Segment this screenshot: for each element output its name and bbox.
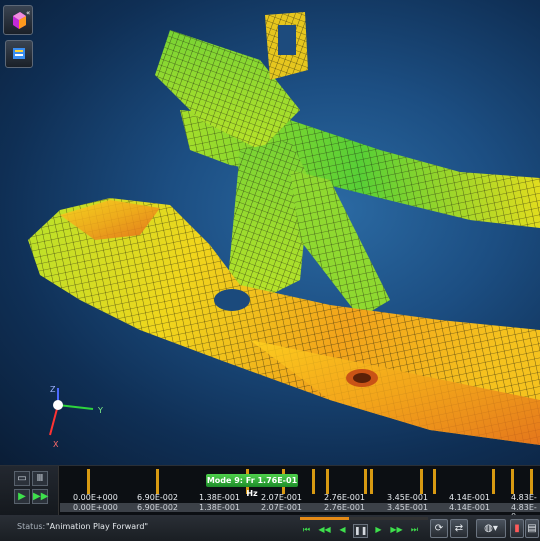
app-window: « Z Y X ▭ Ⅲ ▶ ▶▶ Mode 9: Fr 1.76E-01 Hz … xyxy=(0,0,540,541)
scale-value: 0.00E+000 xyxy=(73,493,118,502)
scale-value: 6.90E-002 xyxy=(137,503,179,512)
svg-text:«: « xyxy=(26,9,30,17)
scale-value: 2.07E-001 xyxy=(261,503,303,512)
scale-value: 4.14E-001 xyxy=(449,503,491,512)
status-text: "Animation Play Forward" xyxy=(46,522,149,531)
cube-icon: « xyxy=(13,9,30,29)
scale-value: 3.45E-001 xyxy=(387,503,429,512)
scale-value: 3.45E-001 xyxy=(387,493,429,502)
frame-tick xyxy=(370,469,373,494)
frame-tick xyxy=(530,469,533,494)
time-scale-secondary: 0.00E+000 6.90E-002 1.38E-001 2.07E-001 … xyxy=(60,503,540,521)
scale-value: 4.14E-001 xyxy=(449,493,491,502)
frame-tick xyxy=(420,469,423,494)
frame-tick xyxy=(511,469,514,494)
status-bar: Status: "Animation Play Forward" ⏮ ◀◀ ◀ … xyxy=(0,515,540,541)
last-frame-icon[interactable]: ⏭ xyxy=(408,524,421,536)
film-strip-icon[interactable]: ▭ xyxy=(14,471,30,486)
camera-dropdown-icon[interactable]: ◍▾ xyxy=(476,519,506,538)
frame-tick xyxy=(156,469,159,494)
play-backward-icon[interactable]: ◀ xyxy=(336,524,349,536)
scale-value: 1.38E-001 xyxy=(199,503,241,512)
view-cube-button[interactable]: « xyxy=(3,5,33,35)
scale-value: 2.76E-001 xyxy=(324,493,366,502)
play-loop-icon[interactable]: ▶ xyxy=(14,489,30,504)
animation-timeline: ▭ Ⅲ ▶ ▶▶ Mode 9: Fr 1.76E-01 Hz 0.00E+00… xyxy=(0,465,540,521)
frame-tick xyxy=(326,469,329,494)
frame-tick xyxy=(312,469,315,494)
frame-tick xyxy=(364,469,367,494)
more-tools-icon[interactable]: ▤ xyxy=(525,519,539,538)
first-frame-icon[interactable]: ⏮ xyxy=(300,524,313,536)
scale-value: 1.38E-001 xyxy=(199,493,241,502)
loop-icon[interactable]: ⟳ xyxy=(430,519,448,538)
axis-x-label: X xyxy=(53,440,59,449)
time-scale: 0.00E+000 6.90E-002 1.38E-001 2.07E-001 … xyxy=(60,493,540,511)
3d-viewport[interactable]: « Z Y X xyxy=(0,0,540,465)
axis-triad: Z Y X xyxy=(49,385,103,449)
scale-value: 0.00E+000 xyxy=(73,503,118,512)
model-browser-button[interactable] xyxy=(5,40,33,68)
tree-icon xyxy=(13,48,25,59)
axis-y-label: Y xyxy=(97,406,103,415)
step-back-fast-icon[interactable]: ◀◀ xyxy=(318,524,331,536)
animation-settings-icon[interactable]: ⇄ xyxy=(450,519,468,538)
frame-tick xyxy=(87,469,90,494)
axis-z-label: Z xyxy=(50,385,56,394)
step-forward-fast-icon[interactable]: ▶▶ xyxy=(390,524,403,536)
scale-value: 2.07E-001 xyxy=(261,493,303,502)
mode-frequency-badge[interactable]: Mode 9: Fr 1.76E-01 Hz xyxy=(206,474,298,498)
timeline-toolbar: ▭ Ⅲ ▶ ▶▶ xyxy=(0,466,59,516)
status-label: Status: xyxy=(17,522,46,531)
play-forward-icon[interactable]: ▶▶ xyxy=(32,489,48,504)
frame-tick xyxy=(433,469,436,494)
play-forward-icon[interactable]: ▶ xyxy=(372,524,385,536)
scale-value: 2.76E-001 xyxy=(324,503,366,512)
upper-cross-member xyxy=(155,12,540,228)
frame-tick xyxy=(492,469,495,494)
record-icon[interactable]: ▮ xyxy=(510,519,524,538)
pause-icon[interactable]: ❚❚ xyxy=(353,524,368,538)
timeline-track[interactable]: Mode 9: Fr 1.76E-01 Hz 0.00E+000 6.90E-0… xyxy=(60,466,540,521)
scale-value: 6.90E-002 xyxy=(137,493,179,502)
animation-progress-bar xyxy=(300,517,428,520)
keyframe-icon[interactable]: Ⅲ xyxy=(32,471,48,486)
animation-progress-fill xyxy=(300,517,349,520)
